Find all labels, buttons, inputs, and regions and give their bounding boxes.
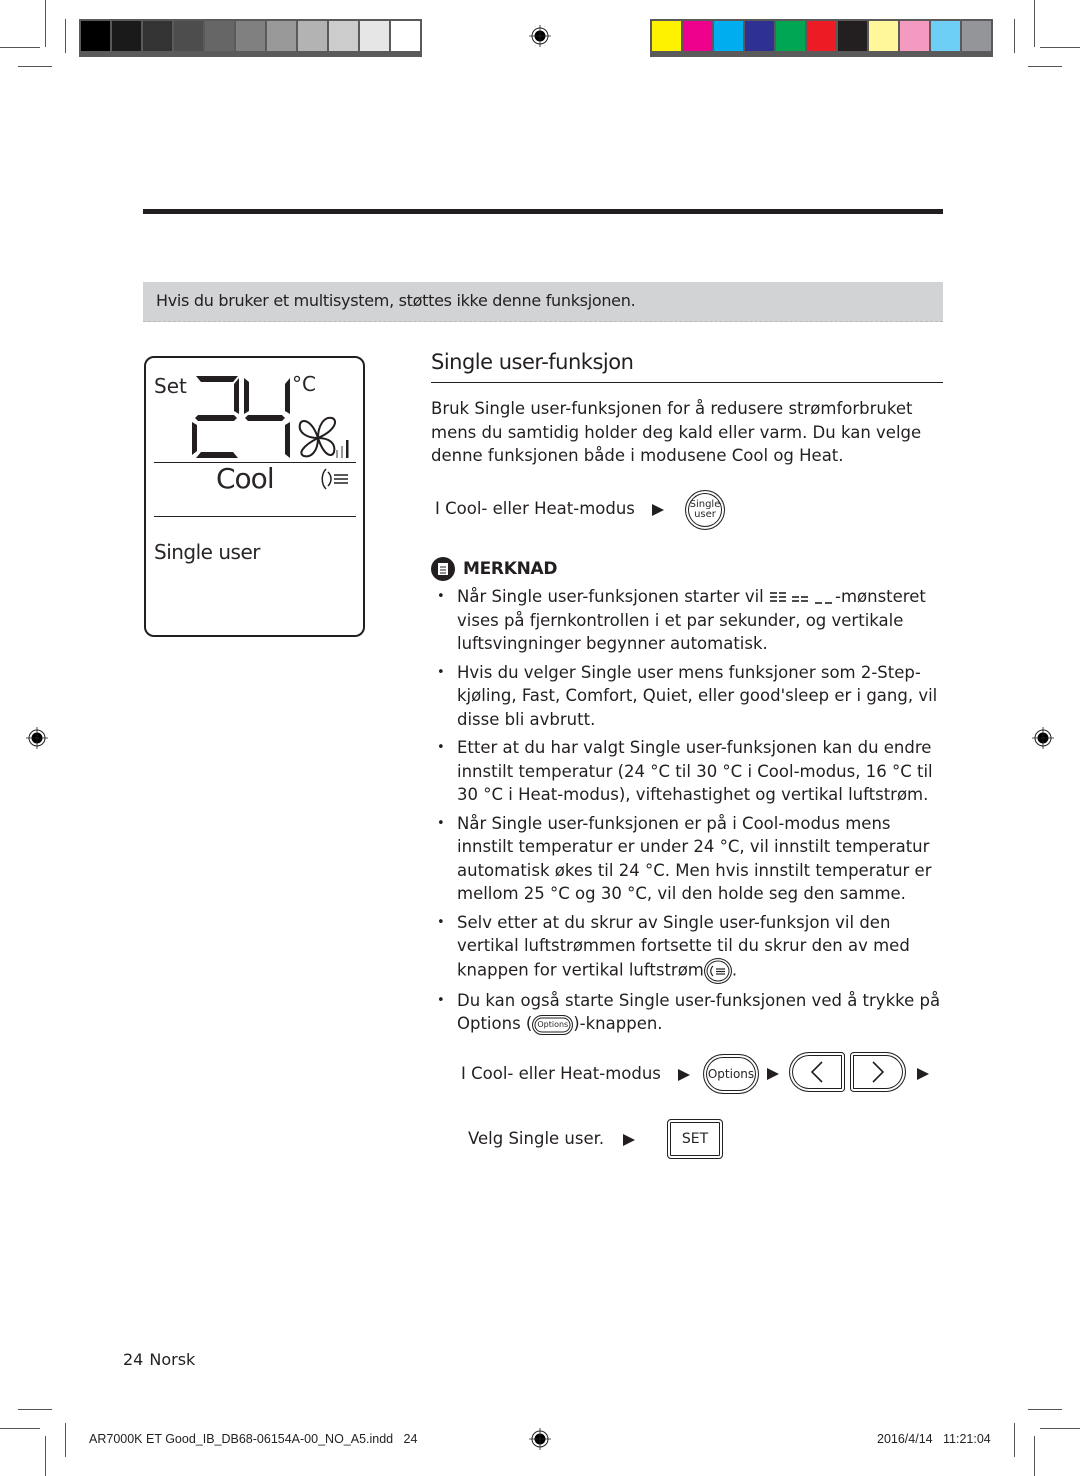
page-number: 24 [123, 1350, 144, 1369]
arrow-icon [623, 1133, 636, 1146]
color-swatch [267, 21, 296, 51]
crop-mark [18, 1409, 52, 1410]
color-swatch-bar [650, 19, 993, 57]
color-swatch [360, 21, 389, 51]
step-3: Velg Single user. [468, 1129, 636, 1148]
crop-mark [1014, 19, 1015, 53]
single-user-button-line2: user [694, 509, 716, 520]
color-swatch [745, 21, 774, 51]
crop-mark [45, 1436, 46, 1476]
page-language: Norsk [149, 1350, 196, 1369]
color-swatch [329, 21, 358, 51]
slug-filename: AR7000K ET Good_IB_DB68-06154A-00_NO_A5.… [89, 1432, 418, 1446]
crop-mark [1028, 1409, 1062, 1410]
temperature-digits [192, 376, 290, 458]
note-item: Du kan også starte Single user-funksjone… [431, 989, 943, 1036]
color-swatch [962, 21, 991, 51]
note-list: Når Single user-funksjonen starter vil -… [431, 585, 943, 1041]
fan-speed-icon [298, 416, 349, 458]
right-button[interactable] [850, 1052, 906, 1092]
note-icon [431, 557, 455, 581]
color-swatch [869, 21, 898, 51]
header-rule [143, 209, 943, 214]
crop-mark [1028, 66, 1062, 67]
note-text: Selv etter at du skrur av Single user-fu… [457, 912, 910, 980]
step-1-text: I Cool- eller Heat-modus [435, 499, 635, 518]
color-swatch [900, 21, 929, 51]
note-header: MERKNAD [431, 557, 558, 581]
note-item: Selv etter at du skrur av Single user-fu… [431, 911, 943, 984]
vertical-airflow-icon [321, 468, 348, 490]
crop-mark [1040, 1428, 1080, 1429]
note-item: Når Single user-funksjonen starter vil -… [431, 585, 943, 656]
color-swatch [236, 21, 265, 51]
options-button[interactable]: Options [703, 1054, 759, 1094]
section-rule [431, 382, 943, 383]
color-swatch [143, 21, 172, 51]
crop-mark [1034, 1436, 1035, 1476]
crop-mark [1040, 47, 1080, 48]
registration-mark-icon [1032, 727, 1054, 749]
unit-label: °C [292, 372, 316, 396]
display-divider [154, 516, 356, 517]
color-swatch [652, 21, 681, 51]
crop-mark [0, 47, 40, 48]
swing-pattern-icon [770, 591, 832, 604]
notice-text: Hvis du bruker et multisystem, støttes i… [156, 291, 636, 310]
gray-swatch-bar [79, 19, 422, 57]
color-swatch [205, 21, 234, 51]
arrow-icon [652, 503, 665, 516]
color-swatch [112, 21, 141, 51]
color-swatch [776, 21, 805, 51]
note-item: Hvis du velger Single user mens funksjon… [431, 661, 943, 732]
step-2: I Cool- eller Heat-modus [461, 1064, 691, 1083]
crop-mark [65, 1423, 66, 1457]
registration-mark-icon [529, 25, 551, 47]
registration-mark-icon [26, 727, 48, 749]
function-label: Single user [154, 540, 260, 564]
step-3-text: Velg Single user. [468, 1129, 605, 1148]
crop-mark [18, 66, 52, 67]
note-item: Når Single user-funksjonen er på i Cool-… [431, 812, 943, 906]
slug-date: 2016/4/14 11:21:04 [877, 1432, 991, 1446]
crop-mark [45, 0, 46, 47]
page-footer: 24 Norsk [123, 1350, 195, 1369]
color-swatch [174, 21, 203, 51]
left-button[interactable] [789, 1052, 845, 1092]
color-swatch [807, 21, 836, 51]
crop-mark [0, 1428, 40, 1429]
color-swatch [391, 21, 420, 51]
arrow-icon [767, 1068, 779, 1080]
intro-paragraph: Bruk Single user-funksjonen for å reduse… [431, 399, 922, 465]
mode-label: Cool [216, 462, 275, 495]
color-swatch [838, 21, 867, 51]
step-1: I Cool- eller Heat-modus [435, 499, 665, 518]
step-2-text: I Cool- eller Heat-modus [461, 1064, 661, 1083]
section-title: Single user-funksjon [431, 350, 634, 374]
color-swatch [714, 21, 743, 51]
remote-display: Set °C Cool Single user [144, 356, 365, 637]
color-swatch [931, 21, 960, 51]
single-user-button[interactable]: Single user [685, 490, 725, 530]
crop-mark [65, 19, 66, 53]
note-item: Etter at du har valgt Single user-funksj… [431, 736, 943, 807]
vertical-airflow-button-icon [703, 957, 732, 984]
set-button[interactable]: SET [667, 1119, 723, 1159]
color-swatch [298, 21, 327, 51]
notice-bar: Hvis du bruker et multisystem, støttes i… [143, 282, 943, 322]
crop-mark [1014, 1423, 1015, 1457]
arrow-icon [678, 1068, 691, 1081]
options-button-icon: Options [532, 1014, 574, 1035]
note-text: . [731, 960, 738, 979]
registration-mark-icon [529, 1428, 551, 1450]
set-label: Set [154, 374, 187, 398]
note-text: Du kan også starte Single user-funksjone… [457, 990, 941, 1034]
color-swatch [81, 21, 110, 51]
note-text: )-knappen. [573, 1014, 663, 1033]
crop-mark [1034, 0, 1035, 47]
note-title: MERKNAD [463, 559, 558, 579]
color-swatch [683, 21, 712, 51]
note-text: Når Single user-funksjonen starter vil [457, 587, 769, 606]
arrow-icon [917, 1068, 929, 1080]
